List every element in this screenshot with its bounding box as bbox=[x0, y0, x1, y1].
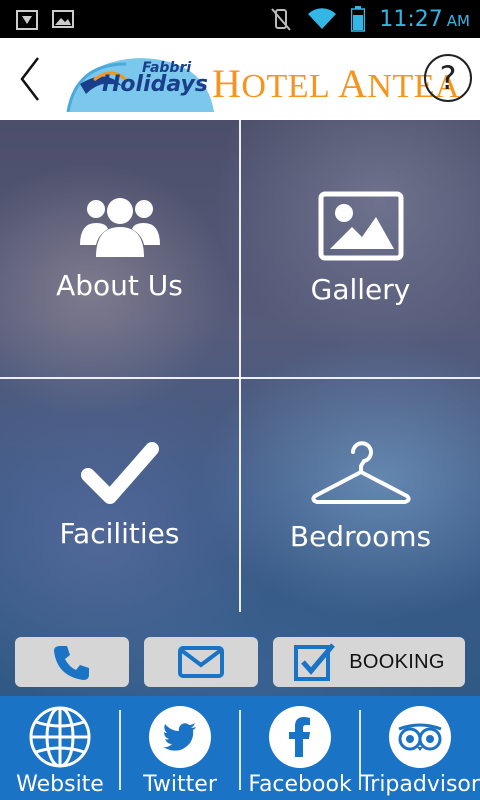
tripadvisor-label: Tripadvisor bbox=[360, 772, 480, 797]
main-menu: About Us Gallery Facilities Bedrooms BOO… bbox=[0, 120, 480, 696]
battery-icon bbox=[351, 6, 366, 32]
checkbox-icon bbox=[294, 643, 336, 681]
facebook-link[interactable]: Facebook bbox=[240, 696, 360, 800]
usb-debug-icon bbox=[16, 10, 38, 30]
status-bar: 11:27 AM bbox=[0, 0, 480, 38]
booking-button[interactable]: BOOKING bbox=[273, 637, 465, 687]
checkmark-icon bbox=[80, 442, 159, 504]
help-button[interactable]: ? bbox=[424, 54, 472, 102]
clock: 11:27 AM bbox=[379, 7, 470, 32]
twitter-link[interactable]: Twitter bbox=[120, 696, 240, 800]
tile-gallery[interactable]: Gallery bbox=[241, 120, 480, 377]
vibrate-mute-icon bbox=[271, 8, 292, 31]
tripadvisor-link[interactable]: Tripadvisor bbox=[360, 696, 480, 800]
tile-label-bedrooms: Bedrooms bbox=[289, 520, 432, 553]
facebook-label: Facebook bbox=[248, 772, 352, 797]
chevron-left-icon bbox=[20, 57, 39, 101]
twitter-label: Twitter bbox=[143, 772, 217, 797]
hotel-name-otel: OTEL bbox=[241, 68, 338, 105]
app-header: Fabbri Holidays HOTEL ANTEA ? bbox=[0, 38, 480, 120]
website-label: Website bbox=[16, 772, 104, 797]
tile-about-us[interactable]: About Us bbox=[0, 120, 239, 377]
hotel-name: HOTEL ANTEA bbox=[212, 60, 460, 107]
phone-icon bbox=[54, 646, 89, 680]
tile-label-about-us: About Us bbox=[56, 269, 183, 302]
hotel-name-h: H bbox=[212, 61, 242, 106]
social-bar: Website Twitter Facebook Tripadvisor bbox=[0, 696, 480, 800]
tile-label-gallery: Gallery bbox=[310, 273, 411, 306]
clock-ampm: AM bbox=[446, 11, 470, 30]
wifi-icon bbox=[308, 8, 337, 30]
call-button[interactable] bbox=[15, 637, 129, 687]
hanger-icon bbox=[310, 441, 411, 504]
tile-bedrooms[interactable]: Bedrooms bbox=[241, 379, 480, 612]
clock-time: 11:27 bbox=[379, 6, 443, 32]
picture-icon bbox=[318, 191, 403, 261]
tripadvisor-owl-icon bbox=[389, 706, 451, 768]
people-icon bbox=[79, 198, 160, 257]
image-notification-icon bbox=[52, 10, 74, 28]
system-icons: 11:27 AM bbox=[269, 0, 470, 38]
fabbri-holidays-logo: Fabbri Holidays bbox=[66, 50, 216, 112]
hotel-name-a: A bbox=[338, 61, 368, 106]
facebook-icon bbox=[269, 706, 331, 768]
question-mark-icon: ? bbox=[439, 59, 457, 97]
email-button[interactable] bbox=[144, 637, 258, 687]
notification-icons bbox=[16, 8, 74, 30]
envelope-icon bbox=[178, 646, 224, 678]
website-link[interactable]: Website bbox=[0, 696, 120, 800]
twitter-icon bbox=[149, 706, 211, 768]
globe-icon bbox=[29, 706, 91, 768]
back-button[interactable] bbox=[14, 54, 48, 104]
booking-label: BOOKING bbox=[349, 650, 445, 673]
tile-facilities[interactable]: Facilities bbox=[0, 379, 239, 612]
logo-text-holidays: Holidays bbox=[102, 72, 208, 97]
tile-label-facilities: Facilities bbox=[59, 517, 180, 550]
